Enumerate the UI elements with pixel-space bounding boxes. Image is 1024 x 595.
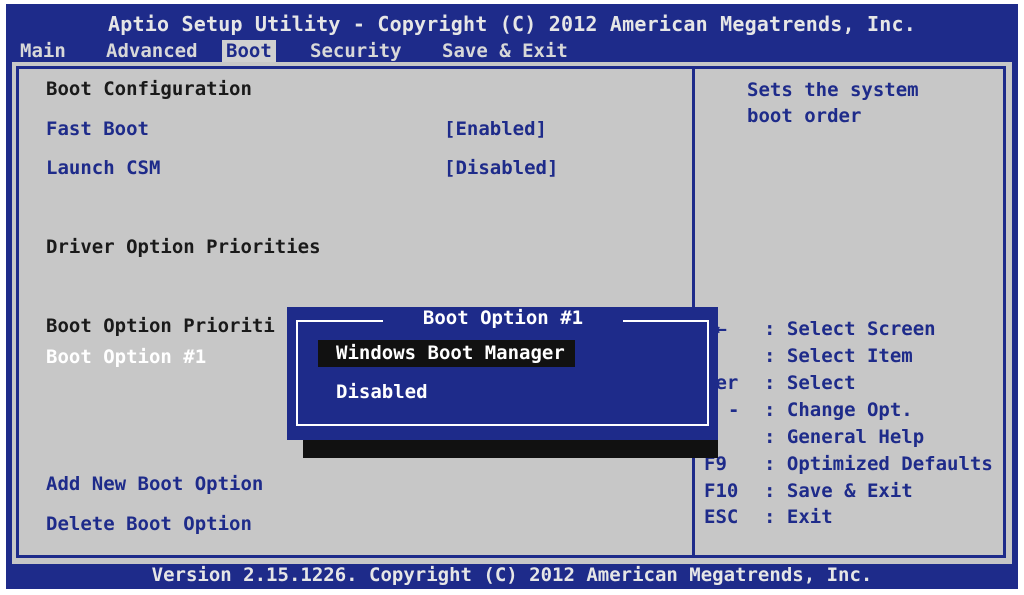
launch-csm-value[interactable]: [Disabled]	[444, 157, 558, 179]
dialog-option-disabled[interactable]: Disabled	[318, 379, 438, 406]
key-desc-select-screen: : Select Screen	[764, 318, 936, 340]
key-desc-select-item: : Select Item	[764, 345, 913, 367]
launch-csm-label[interactable]: Launch CSM	[46, 157, 160, 179]
help-text-line-2: boot order	[747, 105, 862, 127]
key-desc-exit: : Exit	[764, 506, 833, 528]
boot-configuration-header: Boot Configuration	[46, 78, 252, 100]
menu-boot[interactable]: Boot	[222, 40, 276, 62]
fast-boot-value[interactable]: [Enabled]	[444, 118, 547, 140]
menu-bar: Main Advanced Boot Security Save & Exit	[6, 38, 1018, 62]
window-title: Aptio Setup Utility - Copyright (C) 2012…	[108, 12, 916, 36]
key-desc-optimized-defaults: : Optimized Defaults	[764, 453, 993, 475]
key-desc-general-help: : General Help	[764, 426, 925, 448]
dialog-option-windows-boot-manager[interactable]: Windows Boot Manager	[318, 340, 575, 367]
key-f10: F10	[704, 480, 739, 502]
driver-option-priorities-header: Driver Option Priorities	[46, 236, 321, 258]
menu-advanced[interactable]: Advanced	[106, 40, 198, 62]
menu-save-exit[interactable]: Save & Exit	[442, 40, 568, 62]
help-text-line-1: Sets the system	[747, 79, 919, 101]
fast-boot-label[interactable]: Fast Boot	[46, 118, 149, 140]
version-footer: Version 2.15.1226. Copyright (C) 2012 Am…	[151, 564, 873, 586]
key-desc-change-opt: : Change Opt.	[764, 399, 913, 421]
add-new-boot-option[interactable]: Add New Boot Option	[46, 473, 263, 495]
boot-option-priorities-header: Boot Option Prioriti	[46, 315, 275, 337]
key-desc-save-exit: : Save & Exit	[764, 480, 913, 502]
menu-main[interactable]: Main	[20, 40, 66, 62]
dialog-frame: Windows Boot Manager Disabled	[296, 320, 709, 426]
key-esc: ESC	[704, 506, 739, 528]
menu-security[interactable]: Security	[310, 40, 402, 62]
delete-boot-option[interactable]: Delete Boot Option	[46, 513, 252, 535]
bios-screen: Aptio Setup Utility - Copyright (C) 2012…	[6, 4, 1018, 589]
key-plus-minus: -	[728, 399, 740, 421]
boot-option-1-label[interactable]: Boot Option #1	[46, 346, 206, 368]
dialog-title: Boot Option #1	[383, 307, 623, 329]
key-desc-select: : Select	[764, 372, 856, 394]
boot-option-dialog: Windows Boot Manager Disabled Boot Optio…	[287, 307, 718, 440]
